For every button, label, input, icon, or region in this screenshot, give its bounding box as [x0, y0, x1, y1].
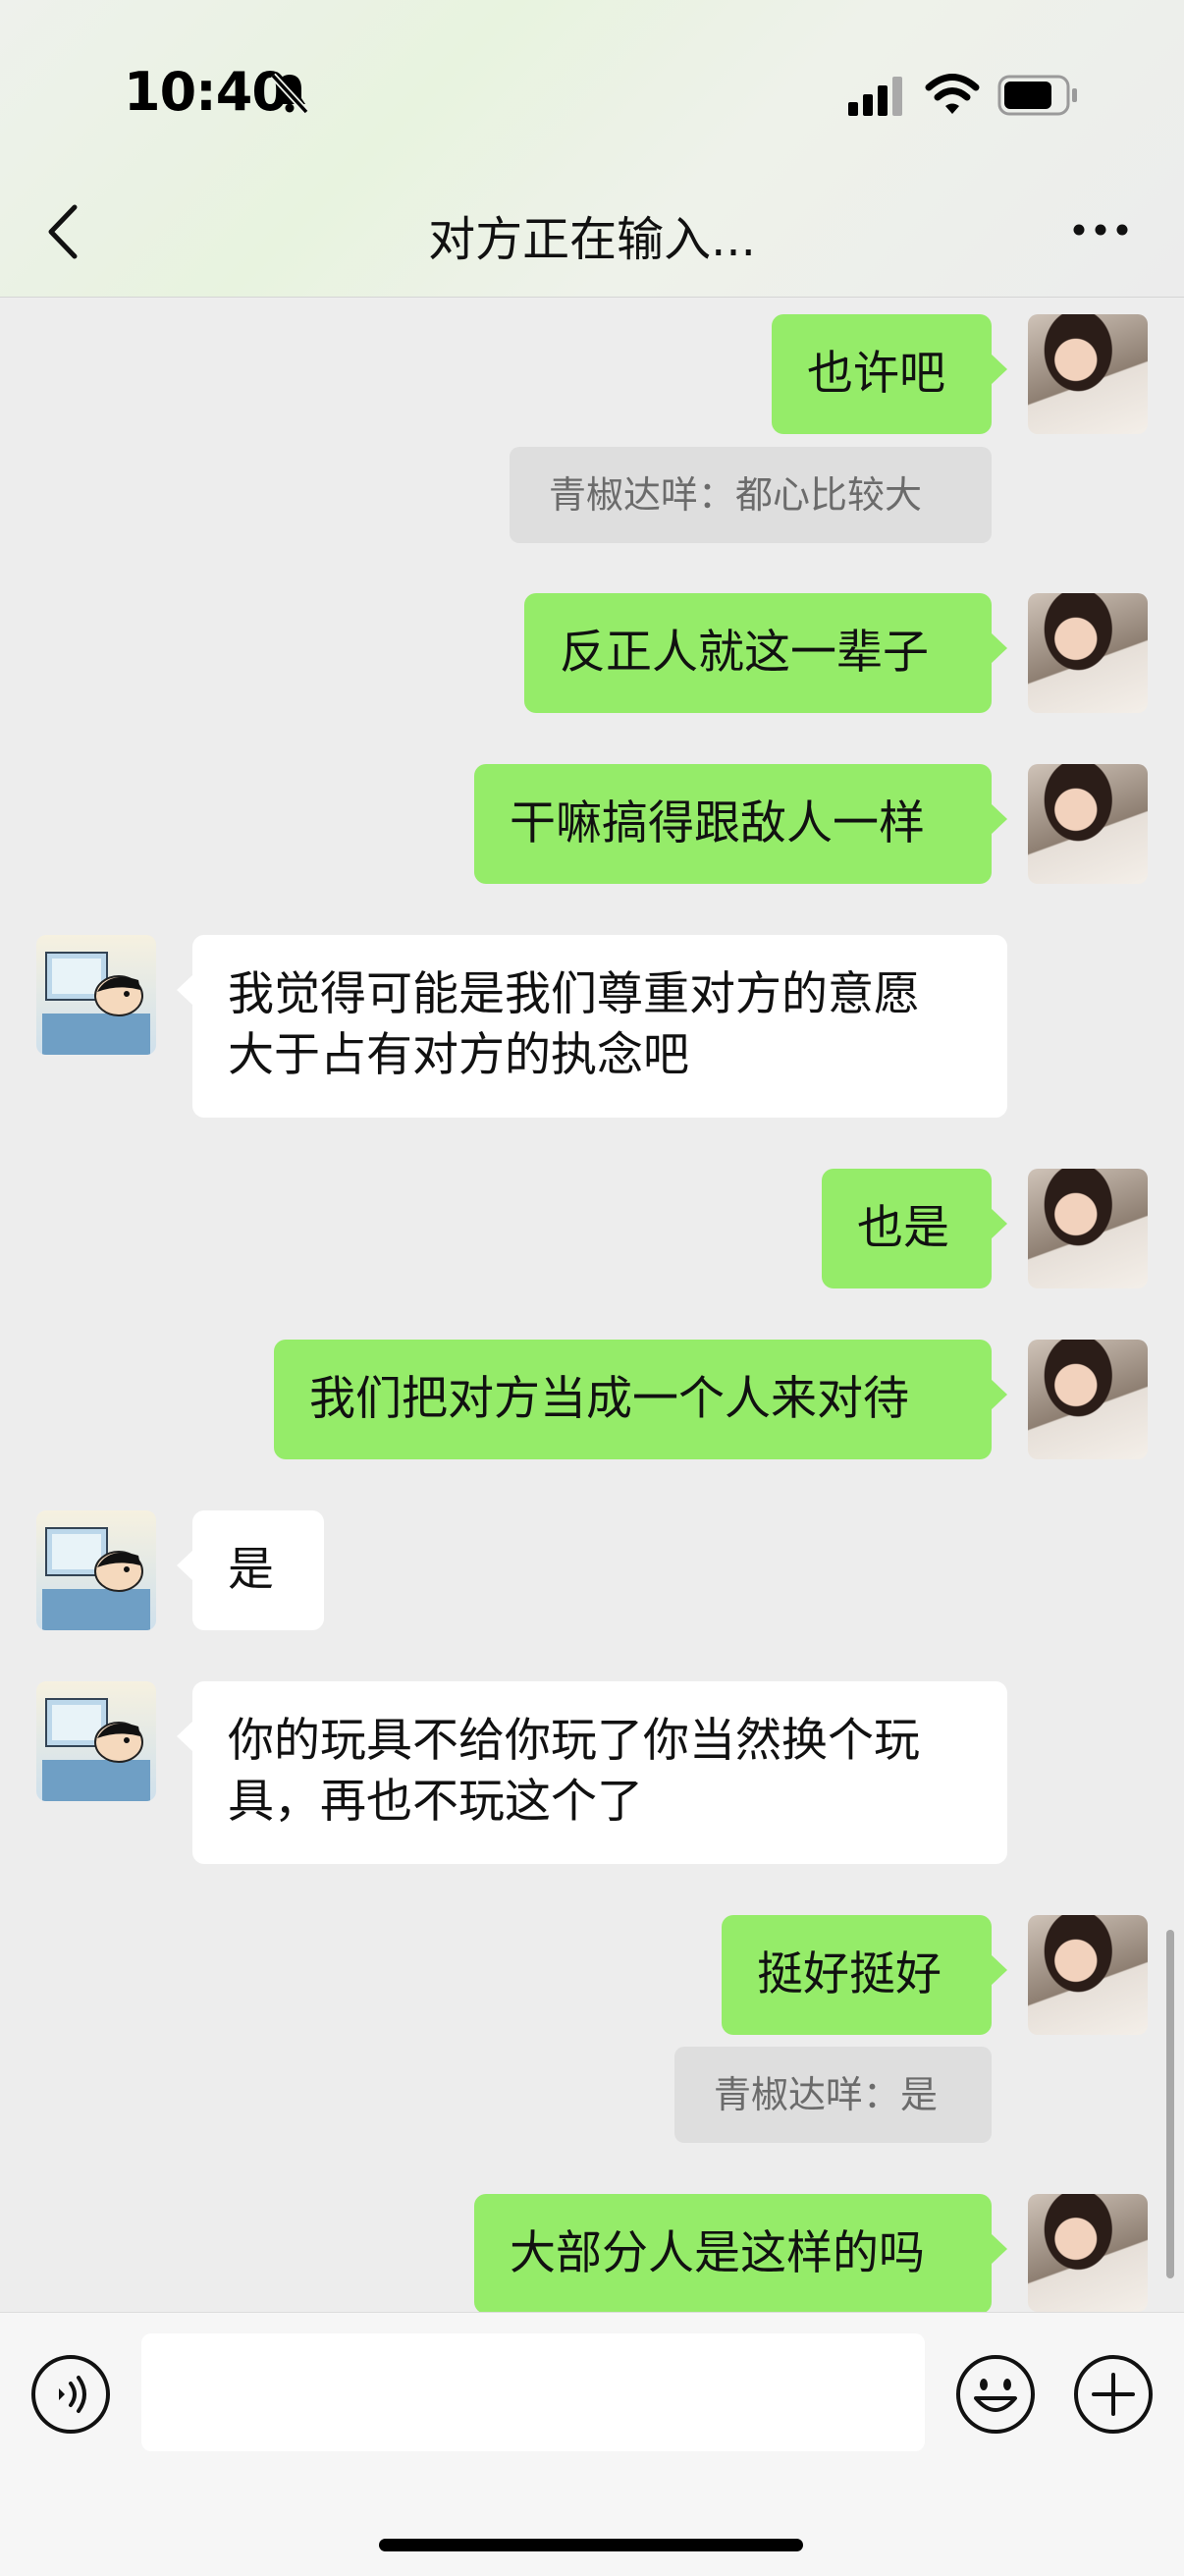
my-avatar[interactable] [1028, 2194, 1148, 2312]
bell-slash-icon [270, 73, 309, 115]
battery-icon [997, 75, 1077, 116]
cartoon-avatar-icon [42, 952, 150, 1055]
signal-icon [848, 77, 902, 116]
cartoon-avatar-icon [42, 1698, 150, 1801]
voice-icon[interactable] [29, 2353, 112, 2436]
message-text: 挺好挺好 [757, 1947, 942, 2001]
contact-avatar[interactable] [36, 935, 156, 1055]
quote-text: 青椒达咩：都心比较大 [549, 473, 923, 517]
scrollbar[interactable] [1166, 1930, 1174, 2278]
quote-text: 青椒达咩：是 [714, 2073, 939, 2116]
message-text: 是 [228, 1543, 274, 1597]
plus-icon[interactable] [1072, 2353, 1155, 2436]
home-indicator[interactable] [379, 2539, 803, 2551]
my-avatar[interactable] [1028, 1169, 1148, 1288]
wifi-icon [925, 74, 980, 114]
quote-reply[interactable]: 青椒达咩：都心比较大 [510, 447, 992, 543]
my-avatar[interactable] [1028, 593, 1148, 713]
my-avatar[interactable] [1028, 1915, 1148, 2035]
message-text-line: 具，再也不玩这个了 [228, 1775, 643, 1829]
message-text: 反正人就这一辈子 [560, 626, 929, 680]
message-bubble-mine[interactable]: 也是 [822, 1169, 1007, 1288]
message-bubble-mine[interactable]: 挺好挺好 [722, 1915, 1007, 2035]
message-bubble-mine[interactable]: 我们把对方当成一个人来对待 [274, 1340, 1007, 1459]
message-bubble-mine[interactable]: 干嘛搞得跟敌人一样 [474, 764, 1007, 884]
cartoon-avatar-icon [42, 1527, 150, 1630]
message-text-line: 你的玩具不给你玩了你当然换个玩 [228, 1714, 920, 1768]
more-icon[interactable] [1072, 220, 1129, 240]
my-avatar[interactable] [1028, 764, 1148, 884]
quote-reply[interactable]: 青椒达咩：是 [674, 2047, 992, 2143]
message-input[interactable] [141, 2333, 925, 2451]
my-avatar[interactable] [1028, 314, 1148, 434]
contact-avatar[interactable] [36, 1681, 156, 1801]
message-bubble-mine[interactable]: 也许吧 [772, 314, 1007, 434]
message-text-line: 我觉得可能是我们尊重对方的意愿 [228, 967, 920, 1021]
message-text: 也许吧 [807, 347, 945, 401]
status-time: 10:40 [124, 61, 289, 123]
emoji-icon[interactable] [954, 2353, 1037, 2436]
message-bubble-contact[interactable]: 你的玩具不给你玩了你当然换个玩 具，再也不玩这个了 [177, 1681, 1007, 1864]
message-bubble-mine[interactable]: 反正人就这一辈子 [524, 593, 1007, 713]
message-text: 大部分人是这样的吗 [510, 2226, 925, 2280]
message-text: 干嘛搞得跟敌人一样 [510, 796, 925, 850]
message-text: 也是 [857, 1201, 949, 1255]
message-text: 我们把对方当成一个人来对待 [309, 1372, 909, 1426]
my-avatar[interactable] [1028, 1340, 1148, 1459]
message-bubble-contact[interactable]: 是 [177, 1510, 324, 1630]
message-bubble-mine[interactable]: 大部分人是这样的吗 [474, 2194, 1007, 2314]
message-text-line: 大于占有对方的执念吧 [228, 1028, 689, 1082]
contact-avatar[interactable] [36, 1510, 156, 1630]
message-bubble-contact[interactable]: 我觉得可能是我们尊重对方的意愿 大于占有对方的执念吧 [177, 935, 1007, 1118]
chat-title: 对方正在输入... [428, 212, 756, 267]
